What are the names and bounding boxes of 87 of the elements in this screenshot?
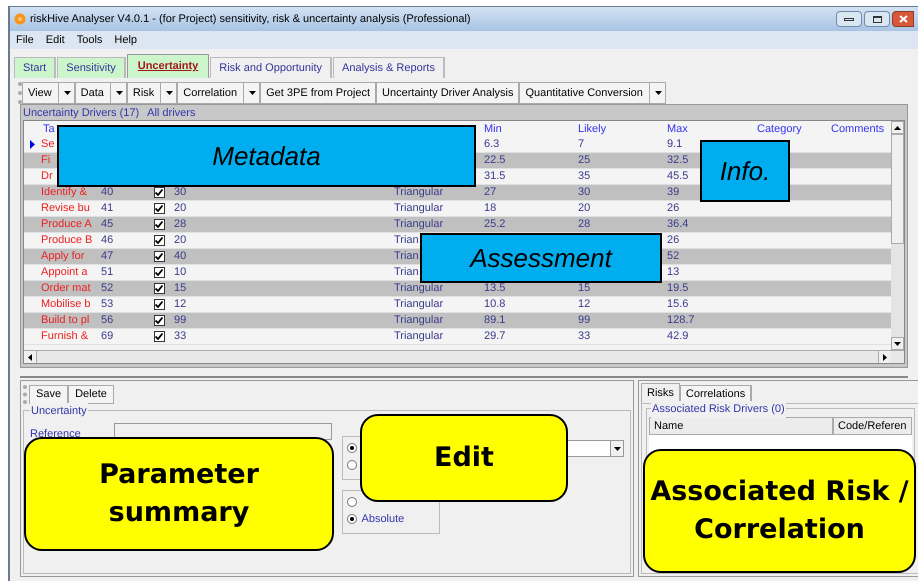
table-cell: Revise bu bbox=[41, 202, 90, 214]
table-cell: Triangular bbox=[394, 298, 444, 310]
group-label: Uncertainty bbox=[30, 403, 88, 420]
table-cell: 28 bbox=[174, 218, 186, 230]
table-cell: 15.6 bbox=[667, 298, 688, 310]
table-cell: 18 bbox=[484, 202, 496, 214]
table-cell: Apply for bbox=[41, 250, 84, 262]
table-cell: 128.7 bbox=[667, 314, 695, 326]
table-cell: 10 bbox=[174, 266, 186, 278]
table-cell: 40 bbox=[101, 186, 114, 198]
table-cell: Build to pl bbox=[41, 314, 90, 326]
table-cell: Identify & bbox=[41, 186, 87, 198]
table-cell: Triangular bbox=[394, 218, 444, 230]
table-cell: Triangular bbox=[394, 186, 444, 198]
table-cell: 89.1 bbox=[484, 314, 506, 326]
callout-tooltip: Info. bbox=[700, 140, 790, 202]
table-cell: Order mat bbox=[41, 282, 91, 294]
table-cell: 10.8 bbox=[484, 298, 506, 310]
table-cell: 40 bbox=[174, 250, 186, 262]
callout-tooltip: Parameter summary bbox=[24, 437, 334, 551]
table-cell: Trian bbox=[394, 266, 419, 278]
table-cell: 46 bbox=[101, 234, 114, 246]
table-cell: 25 bbox=[578, 154, 590, 166]
table-cell: 7 bbox=[578, 138, 584, 150]
table-cell: 28 bbox=[578, 218, 590, 230]
callout-tooltip: Assessment bbox=[420, 233, 662, 283]
table-cell: 33 bbox=[174, 330, 186, 342]
table-cell: 15 bbox=[578, 282, 590, 294]
table-cell: 27 bbox=[484, 186, 496, 198]
table-cell: 99 bbox=[578, 314, 590, 326]
table-cell: 33 bbox=[578, 330, 590, 342]
table-cell: Trian bbox=[394, 250, 419, 262]
table-cell: 30 bbox=[174, 186, 186, 198]
table-cell: Appoint a bbox=[41, 266, 88, 278]
table-cell: Triangular bbox=[394, 314, 444, 326]
table-cell: 29.7 bbox=[484, 330, 506, 342]
table-cell: 9.1 bbox=[667, 138, 682, 150]
grid-title: Uncertainty Drivers (17) bbox=[23, 106, 140, 120]
table-cell: Se bbox=[41, 138, 54, 150]
table-cell: 52 bbox=[101, 282, 114, 294]
group-label: Associated Risk Drivers (0) bbox=[651, 401, 786, 418]
table-cell: 39 bbox=[667, 186, 680, 198]
table-cell: 20 bbox=[174, 202, 186, 214]
table-cell: 45.5 bbox=[667, 170, 688, 182]
table-cell: 53 bbox=[101, 298, 114, 310]
table-cell: Furnish & bbox=[41, 330, 88, 342]
table-cell: Mobilise b bbox=[41, 298, 91, 310]
callout-tooltip: Metadata bbox=[57, 125, 476, 187]
table-cell: 51 bbox=[101, 266, 114, 278]
table-cell: 26 bbox=[667, 202, 680, 214]
table-cell: 30 bbox=[578, 186, 590, 198]
table-cell: 32.5 bbox=[667, 154, 688, 166]
table-cell: 56 bbox=[101, 314, 114, 326]
table-cell: 69 bbox=[101, 330, 114, 342]
table-cell: Triangular bbox=[394, 282, 444, 294]
table-cell: 41 bbox=[101, 202, 114, 214]
table-cell: 22.5 bbox=[484, 154, 506, 166]
table-cell: Triangular bbox=[394, 330, 444, 342]
table-cell: 6.3 bbox=[484, 138, 500, 150]
window-title: riskHive Analyser V4.0.1 - (for Project) sensitivity, risk & uncertainty analysis (Professional) bbox=[30, 12, 471, 27]
table-cell: 45 bbox=[101, 218, 114, 230]
callout-tooltip: Edit bbox=[360, 414, 568, 502]
table-cell: 13 bbox=[667, 266, 680, 278]
table-cell: 12 bbox=[578, 298, 590, 310]
table-cell: 26 bbox=[667, 234, 680, 246]
table-cell: Fi bbox=[41, 154, 50, 166]
table-cell: Triangular bbox=[394, 202, 444, 214]
table-cell: 99 bbox=[174, 314, 186, 326]
table-cell: 20 bbox=[174, 234, 186, 246]
filter-label: All drivers bbox=[147, 106, 196, 120]
table-cell: 42.9 bbox=[667, 330, 688, 342]
table-cell: 12 bbox=[174, 298, 186, 310]
table-cell: Dr bbox=[41, 170, 53, 182]
table-cell: 35 bbox=[578, 170, 590, 182]
table-cell: Produce B bbox=[41, 234, 92, 246]
table-cell: 52 bbox=[667, 250, 680, 262]
table-cell: 19.5 bbox=[667, 282, 688, 294]
table-cell: Trian bbox=[394, 234, 419, 246]
table-cell: 25.2 bbox=[484, 218, 506, 230]
table-cell: 15 bbox=[174, 282, 186, 294]
table-cell: 13.5 bbox=[484, 282, 506, 294]
table-cell: Produce A bbox=[41, 218, 92, 230]
table-cell: 36.4 bbox=[667, 218, 688, 230]
table-cell: 20 bbox=[578, 202, 590, 214]
table-cell: 47 bbox=[101, 250, 114, 262]
table-cell: 31.5 bbox=[484, 170, 506, 182]
callout-tooltip: Associated Risk / Correlation bbox=[643, 449, 916, 573]
